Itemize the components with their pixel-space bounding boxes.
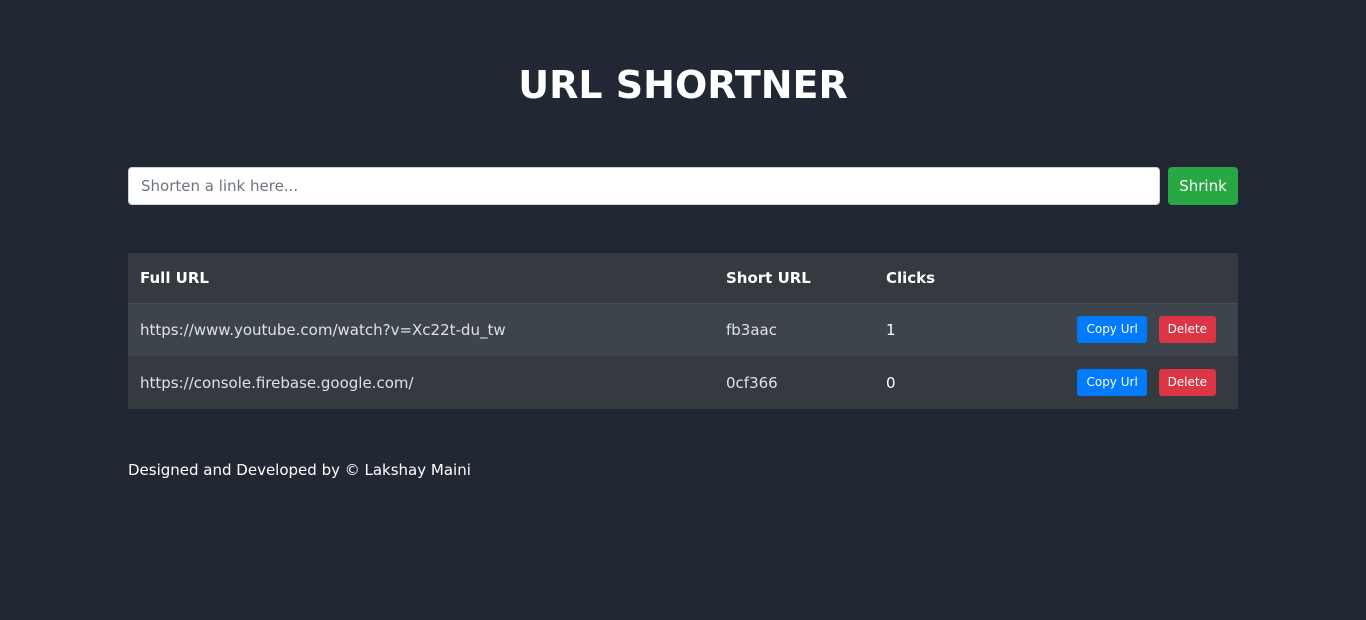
column-header-actions [968, 253, 1238, 304]
shorten-form: Shrink [128, 167, 1238, 205]
table-row: https://console.firebase.google.com/ 0cf… [128, 356, 1238, 409]
delete-button[interactable]: Delete [1158, 316, 1216, 344]
table-row: https://www.youtube.com/watch?v=Xc22t-du… [128, 303, 1238, 356]
url-input[interactable] [128, 167, 1160, 205]
column-header-short-url: Short URL [714, 253, 874, 304]
clicks-cell: 1 [886, 320, 896, 339]
delete-button[interactable]: Delete [1158, 369, 1216, 396]
full-url-cell: https://www.youtube.com/watch?v=Xc22t-du… [140, 320, 506, 339]
table-header-row: Full URL Short URL Clicks [128, 253, 1238, 304]
copy-url-button[interactable]: Copy Url [1077, 369, 1147, 396]
column-header-full-url: Full URL [128, 253, 714, 304]
short-url-cell: 0cf366 [726, 373, 778, 392]
column-header-clicks: Clicks [874, 253, 968, 304]
page: URL SHORTNER Shrink Full URL Short URL C… [0, 0, 1366, 620]
short-url-cell: fb3aac [726, 320, 777, 339]
copy-url-button[interactable]: Copy Url [1077, 316, 1147, 344]
full-url-cell: https://console.firebase.google.com/ [140, 373, 414, 392]
footer-credit: Designed and Developed by © Lakshay Main… [128, 461, 471, 479]
actions-cell: Copy Url Delete [968, 303, 1238, 356]
clicks-cell: 0 [886, 373, 896, 392]
page-title: URL SHORTNER [518, 63, 848, 107]
actions-cell: Copy Url Delete [968, 356, 1238, 409]
shrink-button[interactable]: Shrink [1168, 167, 1238, 205]
urls-table: Full URL Short URL Clicks https://www.yo… [128, 253, 1238, 409]
